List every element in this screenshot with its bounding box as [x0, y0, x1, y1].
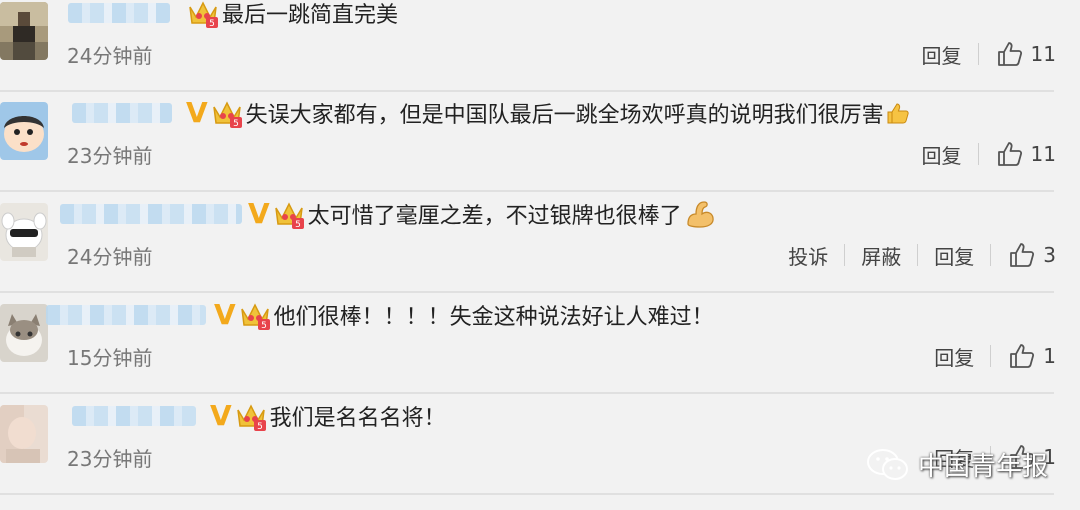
thumbs-up-icon	[997, 42, 1022, 66]
like-button[interactable]: 11	[979, 41, 1056, 67]
svg-text:5: 5	[261, 321, 267, 331]
timestamp: 15分钟前	[67, 346, 153, 370]
timestamp: 24分钟前	[67, 44, 153, 68]
thumbs-up-icon	[997, 142, 1022, 166]
block-button[interactable]: 屏蔽	[845, 241, 917, 270]
watermark-text: 中国青年报	[917, 452, 1048, 482]
like-count: 11	[1030, 42, 1056, 66]
crown-icon: 5	[210, 97, 244, 129]
avatar[interactable]	[0, 405, 48, 463]
comment-item: V 5 太可惜了毫厘之差，不过银牌也很棒了 24分钟前 投诉 屏蔽 回复 3	[0, 193, 1080, 293]
comment-item: 5 最后一跳简直完美 24分钟前 回复 11	[0, 0, 1080, 92]
comment-header: 5 最后一跳简直完美	[68, 0, 398, 32]
comment-text: 失误大家都有，但是中国队最后一跳全场欢呼真的说明我们很厉害	[245, 103, 884, 128]
flexed-biceps-emoji-icon	[684, 198, 716, 230]
like-count: 1	[1043, 344, 1056, 368]
comment-actions: 投诉 屏蔽 回复 3	[772, 237, 1056, 273]
watermark: 中国青年报	[866, 446, 1048, 483]
separator	[0, 190, 1054, 192]
crown-icon: 5	[238, 299, 272, 331]
username[interactable]	[68, 3, 170, 23]
separator	[0, 493, 1054, 495]
vip-badge-icon: V	[214, 298, 236, 331]
crown-icon: 5	[186, 0, 220, 29]
comment-text: 我们是名名名将！	[269, 406, 446, 431]
crown-icon: 5	[234, 400, 268, 432]
comment-actions: 回复 11	[906, 136, 1056, 172]
svg-text:5: 5	[257, 422, 263, 432]
svg-text:5: 5	[295, 220, 301, 230]
report-button[interactable]: 投诉	[772, 241, 844, 270]
comment-header: V 5 我们是名名名将！	[72, 397, 446, 435]
username[interactable]	[46, 305, 206, 325]
comment-item: V 5 他们很棒！！！！失金这种说法好让人难过！ 15分钟前 回复 1	[0, 294, 1080, 394]
like-button[interactable]: 1	[991, 343, 1056, 369]
reply-button[interactable]: 回复	[918, 241, 990, 270]
like-button[interactable]: 3	[991, 242, 1056, 268]
avatar[interactable]	[0, 304, 48, 362]
comment-item: V 5 失误大家都有，但是中国队最后一跳全场欢呼真的说明我们很厉害 23分钟前 …	[0, 92, 1080, 192]
vip-badge-icon: V	[186, 96, 208, 129]
avatar[interactable]	[0, 203, 48, 261]
wechat-icon	[866, 448, 908, 480]
timestamp: 23分钟前	[67, 447, 153, 471]
comment-actions: 回复 1	[918, 338, 1056, 374]
separator	[0, 392, 1054, 394]
thumbs-up-icon	[1010, 344, 1035, 368]
svg-text:5: 5	[233, 119, 239, 129]
timestamp: 23分钟前	[67, 144, 153, 168]
avatar[interactable]	[0, 102, 48, 160]
crown-icon: 5	[272, 198, 306, 230]
comment-text: 太可惜了毫厘之差，不过银牌也很棒了	[307, 204, 682, 229]
reply-button[interactable]: 回复	[906, 40, 978, 69]
avatar[interactable]	[0, 2, 48, 60]
reply-button[interactable]: 回复	[918, 342, 990, 371]
comment-text: 他们很棒！！！！失金这种说法好让人难过！	[273, 305, 714, 330]
like-count: 11	[1030, 142, 1056, 166]
comment-actions: 回复 11	[906, 36, 1056, 72]
separator	[0, 291, 1054, 293]
like-button[interactable]: 11	[979, 141, 1056, 167]
username[interactable]	[72, 103, 172, 123]
reply-button[interactable]: 回复	[906, 140, 978, 169]
comment-text: 最后一跳简直完美	[222, 3, 399, 28]
comment-list: 5 最后一跳简直完美 24分钟前 回复 11 V 5 失误大家都有，但是中国队最…	[0, 0, 1080, 510]
thumbs-up-emoji-icon	[886, 101, 910, 125]
svg-text:5: 5	[209, 19, 215, 29]
comment-header: V 5 失误大家都有，但是中国队最后一跳全场欢呼真的说明我们很厉害	[72, 94, 910, 132]
comment-header: V 5 他们很棒！！！！失金这种说法好让人难过！	[46, 296, 714, 334]
vip-badge-icon: V	[210, 399, 232, 432]
comment-header: V 5 太可惜了毫厘之差，不过银牌也很棒了	[60, 195, 716, 233]
username[interactable]	[60, 204, 242, 224]
thumbs-up-icon	[1010, 243, 1035, 267]
vip-badge-icon: V	[248, 197, 270, 230]
timestamp: 24分钟前	[67, 245, 153, 269]
like-count: 3	[1043, 243, 1056, 267]
username[interactable]	[72, 406, 196, 426]
